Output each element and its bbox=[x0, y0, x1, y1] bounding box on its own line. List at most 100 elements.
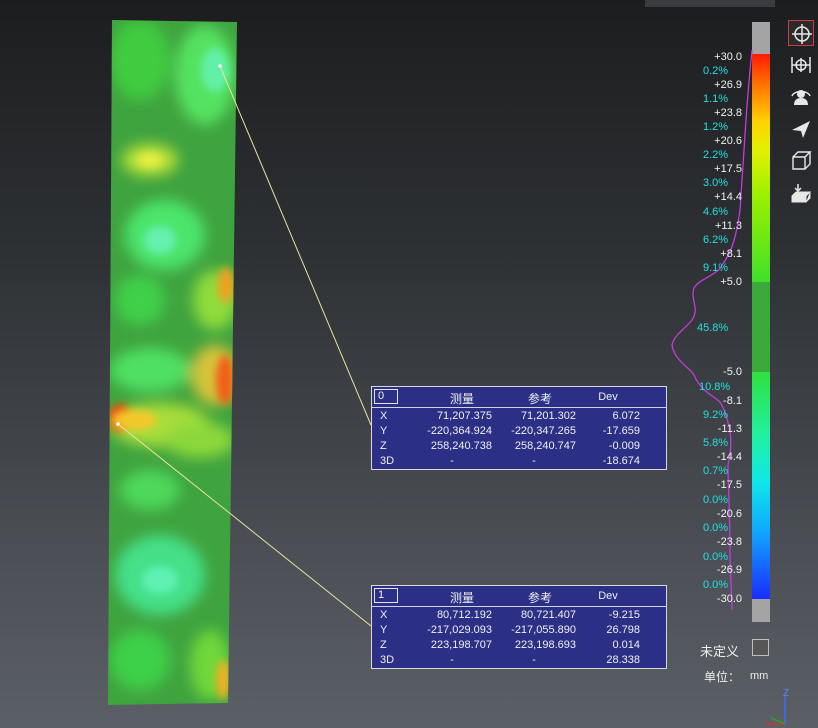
table-row: X 80,712.192 80,721.407 -9.215 bbox=[372, 609, 666, 624]
dev-value: 28.338 bbox=[606, 654, 640, 666]
scale-tick: -30.0 bbox=[716, 593, 742, 605]
bin-percentage: 0.0% bbox=[703, 579, 729, 591]
callout-panel-1[interactable]: 1 测量 参考 Dev X 80,712.192 80,721.407 -9.2… bbox=[371, 585, 667, 669]
table-row: 3D - - -18.674 bbox=[372, 455, 666, 470]
axis-triad: Z bbox=[765, 688, 789, 725]
scale-arrows-icon[interactable] bbox=[788, 52, 814, 78]
reference-value: - bbox=[532, 654, 536, 666]
axis-label: 3D bbox=[380, 654, 395, 666]
reference-value: 80,721.407 bbox=[520, 609, 576, 621]
scale-tick: +11.3 bbox=[714, 220, 742, 232]
bin-percentage: 0.7% bbox=[703, 465, 729, 477]
measured-value: 258,240.738 bbox=[430, 440, 492, 452]
measured-value: -220,364.924 bbox=[427, 425, 492, 437]
dev-value: 0.014 bbox=[612, 639, 640, 651]
scale-tick: -5.0 bbox=[723, 366, 742, 378]
axis-label: X bbox=[380, 410, 388, 422]
measured-value: 80,712.192 bbox=[436, 609, 492, 621]
axis-label: Y bbox=[380, 624, 388, 636]
view-toolbar bbox=[786, 20, 816, 210]
dev-value: -17.659 bbox=[602, 425, 640, 437]
divider bbox=[372, 606, 666, 607]
cube-view-icon[interactable] bbox=[788, 148, 814, 174]
bin-percentage: 45.8% bbox=[697, 322, 729, 334]
axis-label: Z bbox=[380, 440, 387, 452]
reference-value: -220,347.265 bbox=[511, 425, 576, 437]
header-measured: 测量 bbox=[449, 591, 474, 605]
bin-percentage: 0.0% bbox=[703, 551, 729, 563]
callout-panel-0[interactable]: 0 测量 参考 Dev X 71,207.375 71,201.302 6.07… bbox=[371, 386, 667, 470]
axis-label: X bbox=[380, 609, 388, 621]
header-dev: Dev bbox=[598, 590, 618, 602]
measured-value: -217,029.093 bbox=[427, 624, 492, 636]
table-row: Y -220,364.924 -220,347.265 -17.659 bbox=[372, 425, 666, 440]
scale-tick: -20.6 bbox=[716, 508, 742, 520]
bin-percentage: 0.0% bbox=[703, 522, 729, 534]
measured-value: 223,198.707 bbox=[430, 639, 492, 651]
scale-tick: +14.4 bbox=[714, 191, 742, 203]
undefined-label: 未定义 bbox=[700, 644, 740, 659]
user-view-icon[interactable] bbox=[788, 84, 814, 110]
bin-percentage: 1.1% bbox=[703, 93, 729, 105]
scale-tick: -23.8 bbox=[716, 536, 742, 548]
header-reference: 参考 bbox=[527, 392, 552, 406]
reference-value: - bbox=[532, 455, 536, 467]
dev-value: 26.798 bbox=[606, 624, 640, 636]
scale-tick: +20.6 bbox=[714, 135, 742, 147]
bin-percentage: 10.8% bbox=[699, 381, 731, 393]
bin-percentage: 2.2% bbox=[703, 149, 729, 161]
align-icon[interactable] bbox=[788, 20, 814, 46]
measured-value: - bbox=[450, 654, 454, 666]
callout-id: 1 bbox=[374, 588, 398, 603]
scale-tick: +23.8 bbox=[714, 107, 742, 119]
dev-value: -9.215 bbox=[608, 609, 640, 621]
scale-tick: +8.1 bbox=[720, 248, 742, 260]
unit-label: 单位： bbox=[704, 670, 741, 684]
dev-value: -18.674 bbox=[602, 455, 640, 467]
send-arrow-icon[interactable] bbox=[788, 116, 814, 142]
table-row: X 71,207.375 71,201.302 6.072 bbox=[372, 410, 666, 425]
bin-percentage: 4.6% bbox=[703, 206, 729, 218]
axis-label: Z bbox=[380, 639, 387, 651]
callout-id: 0 bbox=[374, 389, 398, 404]
leader-line-0 bbox=[219, 65, 372, 426]
measured-value: 71,207.375 bbox=[436, 410, 492, 422]
z-axis-label: Z bbox=[783, 688, 789, 699]
undefined-checkbox[interactable] bbox=[752, 639, 769, 656]
table-row: Y -217,029.093 -217,055.890 26.798 bbox=[372, 624, 666, 639]
reference-value: 71,201.302 bbox=[520, 410, 576, 422]
bin-percentage: 6.2% bbox=[703, 234, 729, 246]
bin-percentage: 9.2% bbox=[703, 409, 729, 421]
reference-value: 223,198.693 bbox=[514, 639, 576, 651]
table-row: Z 223,198.707 223,198.693 0.014 bbox=[372, 639, 666, 654]
bin-percentage: 0.0% bbox=[703, 494, 729, 506]
scale-tick: +30.0 bbox=[714, 51, 742, 63]
scale-tick: -26.9 bbox=[716, 564, 742, 576]
stack-icon[interactable] bbox=[788, 180, 814, 206]
bin-percentage: 5.8% bbox=[703, 437, 729, 449]
scale-tick: -11.3 bbox=[717, 423, 742, 435]
scale-tick: +5.0 bbox=[720, 276, 742, 288]
scale-tick: -17.5 bbox=[716, 479, 742, 491]
table-row: Z 258,240.738 258,240.747 -0.009 bbox=[372, 440, 666, 455]
scale-tick: -14.4 bbox=[716, 451, 742, 463]
divider bbox=[372, 407, 666, 408]
bin-percentage: 1.2% bbox=[703, 121, 729, 133]
header-reference: 参考 bbox=[527, 591, 552, 605]
measured-value: - bbox=[450, 455, 454, 467]
axis-label: 3D bbox=[380, 455, 395, 467]
bin-percentage: 3.0% bbox=[703, 177, 729, 189]
scale-tick: -8.1 bbox=[723, 395, 742, 407]
scale-tick: +26.9 bbox=[714, 79, 742, 91]
bin-percentage: 0.2% bbox=[703, 65, 729, 77]
unit-value: mm bbox=[750, 670, 769, 682]
scale-tick: +17.5 bbox=[714, 163, 742, 175]
header-measured: 测量 bbox=[449, 392, 474, 406]
reference-value: -217,055.890 bbox=[511, 624, 576, 636]
header-dev: Dev bbox=[598, 391, 618, 403]
dev-value: -0.009 bbox=[608, 440, 640, 452]
point-marker-1 bbox=[116, 422, 120, 426]
table-row: 3D - - 28.338 bbox=[372, 654, 666, 669]
dev-value: 6.072 bbox=[612, 410, 640, 422]
point-marker-0 bbox=[218, 64, 222, 68]
